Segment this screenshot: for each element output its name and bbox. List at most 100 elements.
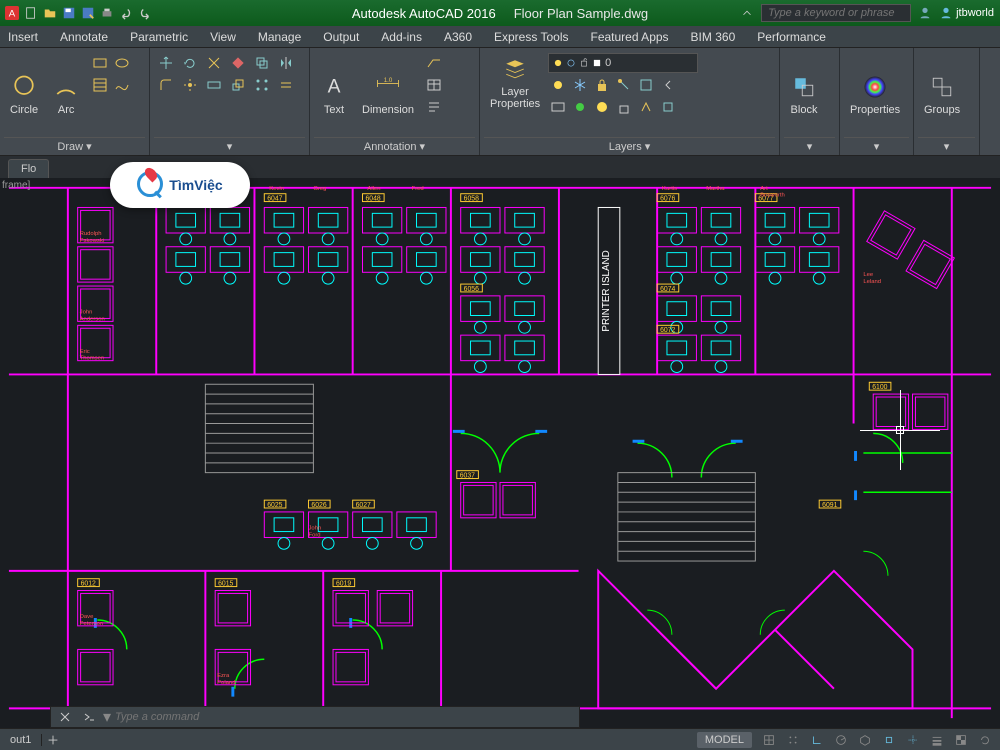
drawing-canvas[interactable]: PRINTER ISLAND 6046 6047 6048 6058 6076 … [0, 178, 1000, 728]
saveas-icon[interactable] [80, 5, 96, 21]
transparency-icon[interactable] [950, 730, 972, 750]
tab-featuredapps[interactable]: Featured Apps [590, 30, 668, 44]
polar-icon[interactable] [830, 730, 852, 750]
layer-thaw-icon[interactable] [592, 97, 612, 117]
mirror-icon[interactable] [276, 53, 296, 73]
signin-icon[interactable] [917, 5, 933, 21]
layer-iso-icon[interactable] [636, 75, 656, 95]
snap-icon[interactable] [782, 730, 804, 750]
search-chevron-icon[interactable] [739, 5, 755, 21]
text-button[interactable]: A Text [314, 51, 354, 137]
svg-text:6048: 6048 [365, 196, 380, 203]
panel-label-layers[interactable]: Layers ▾ [484, 137, 775, 155]
hatch-icon[interactable] [90, 75, 110, 95]
layer-dropdown[interactable]: 0 [548, 53, 698, 73]
erase-icon[interactable] [228, 53, 248, 73]
cycling-icon[interactable] [974, 730, 996, 750]
tab-bim360[interactable]: BIM 360 [691, 30, 736, 44]
tab-insert[interactable]: Insert [8, 30, 38, 44]
layer-properties-button[interactable]: Layer Properties [486, 53, 544, 112]
tab-performance[interactable]: Performance [757, 30, 826, 44]
layer-prev-icon[interactable] [658, 75, 678, 95]
redo-icon[interactable] [137, 5, 153, 21]
isodraft-icon[interactable] [854, 730, 876, 750]
tab-a360[interactable]: A360 [444, 30, 472, 44]
save-icon[interactable] [61, 5, 77, 21]
tab-manage[interactable]: Manage [258, 30, 301, 44]
app-menu-icon[interactable]: A [4, 5, 20, 21]
open-icon[interactable] [42, 5, 58, 21]
command-input[interactable] [115, 711, 575, 723]
layout-add-icon[interactable] [42, 730, 64, 750]
otrack-icon[interactable] [902, 730, 924, 750]
tab-annotate[interactable]: Annotate [60, 30, 108, 44]
scale-icon[interactable] [228, 75, 248, 95]
panel-label-draw[interactable]: Draw ▾ [4, 137, 145, 155]
spline-icon[interactable] [112, 75, 132, 95]
block-button[interactable]: Block [784, 51, 824, 137]
panel-label-properties[interactable]: ▾ [844, 137, 909, 155]
circle-button[interactable]: Circle [4, 51, 44, 137]
trim-icon[interactable] [204, 53, 224, 73]
svg-text:PRINTER ISLAND: PRINTER ISLAND [601, 250, 612, 331]
stretch-icon[interactable] [204, 75, 224, 95]
help-search-input[interactable] [761, 4, 911, 22]
document-tab[interactable]: Flo [8, 159, 49, 178]
arc-button[interactable]: Arc [46, 51, 86, 137]
offset-icon[interactable] [276, 75, 296, 95]
dimension-button[interactable]: 1.0 Dimension [356, 51, 420, 137]
svg-text:Art: Art [760, 186, 768, 192]
user-name: jtbworld [956, 7, 994, 19]
groups-button[interactable]: Groups [918, 51, 966, 137]
ellipse-icon[interactable] [112, 53, 132, 73]
move-icon[interactable] [156, 53, 176, 73]
layer-walk-icon[interactable] [636, 97, 656, 117]
panel-groups: Groups ▾ [914, 48, 980, 155]
rotate-icon[interactable] [180, 53, 200, 73]
layer-lock-icon[interactable] [592, 75, 612, 95]
file-name: Floor Plan Sample.dwg [514, 6, 648, 21]
print-icon[interactable] [99, 5, 115, 21]
properties-button[interactable]: Properties [844, 51, 906, 137]
svg-text:Leland: Leland [863, 279, 881, 285]
layer-merge-icon[interactable] [658, 97, 678, 117]
user-badge[interactable]: jtbworld [939, 6, 994, 20]
grid-icon[interactable] [758, 730, 780, 750]
panel-label-annotation[interactable]: Annotation ▾ [314, 137, 475, 155]
copy-icon[interactable] [252, 53, 272, 73]
layer-match-icon[interactable] [614, 75, 634, 95]
array-icon[interactable] [252, 75, 272, 95]
layer-unlock-icon[interactable] [614, 97, 634, 117]
panel-label-groups[interactable]: ▾ [918, 137, 975, 155]
leader-icon[interactable] [424, 53, 444, 73]
layout-tab[interactable]: out1 [0, 734, 42, 746]
tab-parametric[interactable]: Parametric [130, 30, 188, 44]
lineweight-icon[interactable] [926, 730, 948, 750]
command-line[interactable]: ▾ [50, 706, 580, 728]
tab-view[interactable]: View [210, 30, 236, 44]
table-icon[interactable] [424, 75, 444, 95]
panel-label-modify[interactable]: ▾ [154, 137, 305, 155]
tab-addins[interactable]: Add-ins [381, 30, 422, 44]
tab-expresstools[interactable]: Express Tools [494, 30, 568, 44]
fillet-icon[interactable] [156, 75, 176, 95]
layer-on-icon[interactable] [570, 97, 590, 117]
explode-icon[interactable] [180, 75, 200, 95]
undo-icon[interactable] [118, 5, 134, 21]
svg-text:6025: 6025 [267, 502, 282, 509]
panel-label-block[interactable]: ▾ [784, 137, 835, 155]
ortho-icon[interactable] [806, 730, 828, 750]
cmd-close-icon[interactable] [55, 707, 75, 727]
layer-freeze-icon[interactable] [570, 75, 590, 95]
model-space-button[interactable]: MODEL [697, 732, 752, 748]
layer-off-icon[interactable] [548, 75, 568, 95]
osnap-icon[interactable] [878, 730, 900, 750]
panel-draw: Circle Arc Draw ▾ [0, 48, 150, 155]
new-icon[interactable] [23, 5, 39, 21]
layer-state-icon[interactable] [548, 97, 568, 117]
mtext-icon[interactable] [424, 97, 444, 117]
rectangle-icon[interactable] [90, 53, 110, 73]
tab-output[interactable]: Output [323, 30, 359, 44]
ribbon-tabs: Insert Annotate Parametric View Manage O… [0, 26, 1000, 48]
svg-text:Dave: Dave [80, 614, 94, 620]
